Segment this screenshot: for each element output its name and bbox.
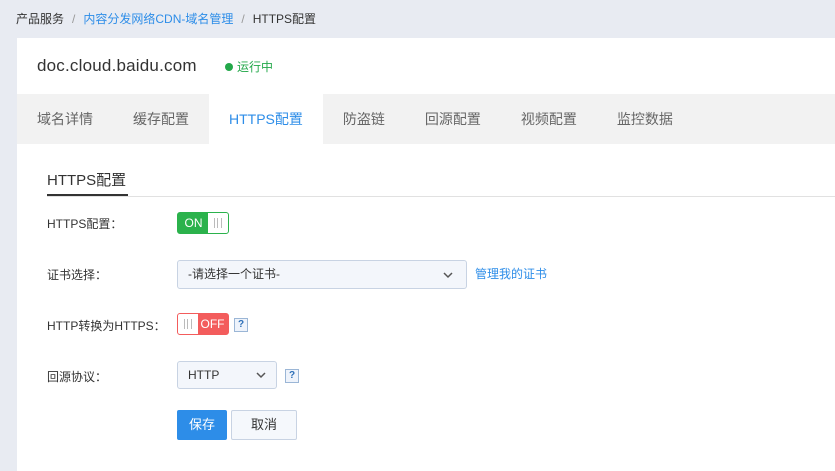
tab-cache-config[interactable]: 缓存配置 (113, 94, 209, 144)
breadcrumb-item-cdn[interactable]: 内容分发网络CDN-域名管理 (83, 10, 233, 27)
https-toggle[interactable]: ON (177, 212, 229, 234)
breadcrumb-item-products[interactable]: 产品服务 (16, 10, 64, 27)
cert-select-value: -请选择一个证书- (188, 267, 280, 281)
tab-domain-details[interactable]: 域名详情 (17, 94, 113, 144)
https-label: HTTPS配置： (47, 217, 123, 231)
tab-bar: 域名详情 缓存配置 HTTPS配置 防盗链 回源配置 视频配置 监控数据 (17, 94, 835, 144)
section-divider (47, 196, 835, 197)
tab-https-config[interactable]: HTTPS配置 (209, 94, 323, 144)
manage-cert-link[interactable]: 管理我的证书 (475, 265, 547, 282)
redirect-toggle[interactable]: OFF (177, 313, 229, 335)
chevron-down-icon (256, 372, 266, 379)
chevron-down-icon (443, 272, 453, 279)
tab-video-config[interactable]: 视频配置 (501, 94, 597, 144)
redirect-toggle-text: OFF (200, 317, 225, 331)
toggle-knob-icon (208, 213, 228, 233)
breadcrumb-separator: / (72, 12, 76, 26)
help-icon[interactable]: ? (285, 369, 299, 383)
tab-monitoring-data[interactable]: 监控数据 (597, 94, 693, 144)
tab-origin-config[interactable]: 回源配置 (405, 94, 501, 144)
status-text: 运行中 (237, 60, 274, 74)
breadcrumb-item-current: HTTPS配置 (252, 12, 317, 26)
help-icon[interactable]: ? (234, 318, 248, 332)
origin-protocol-select[interactable]: HTTP (177, 361, 277, 389)
https-toggle-text: ON (184, 216, 203, 230)
save-button[interactable]: 保存 (177, 410, 227, 440)
cert-select[interactable]: -请选择一个证书- (177, 260, 467, 289)
status-badge: 运行中 (225, 58, 273, 75)
domain-header: doc.cloud.baidu.com 运行中 (17, 38, 835, 94)
cert-label: 证书选择： (47, 268, 108, 282)
domain-title: doc.cloud.baidu.com (37, 56, 197, 75)
cancel-button[interactable]: 取消 (231, 410, 297, 440)
breadcrumb: 产品服务 / 内容分发网络CDN-域名管理 / HTTPS配置 (16, 10, 316, 27)
main-card: doc.cloud.baidu.com 运行中 域名详情 缓存配置 HTTPS配… (17, 38, 835, 471)
redirect-label: HTTP转换为HTTPS： (47, 319, 166, 333)
section-title: HTTPS配置 (47, 172, 127, 189)
breadcrumb-separator: / (241, 12, 245, 26)
origin-label: 回源协议： (47, 370, 108, 384)
origin-select-value: HTTP (188, 368, 220, 382)
tab-hotlink-protection[interactable]: 防盗链 (323, 94, 405, 144)
toggle-knob-icon (178, 314, 198, 334)
status-dot-icon (225, 62, 233, 71)
